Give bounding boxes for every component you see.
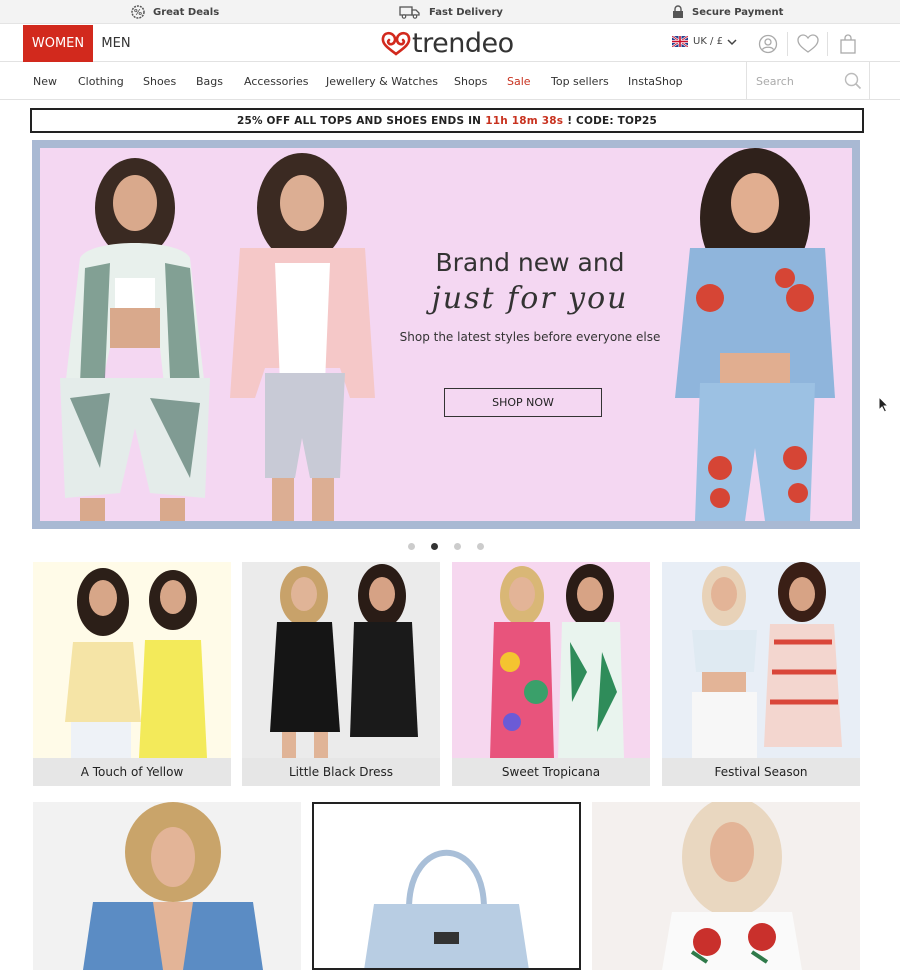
category-image xyxy=(242,562,440,758)
shop-now-button[interactable]: SHOP NOW xyxy=(444,388,602,417)
product-tile-handbag[interactable] xyxy=(312,802,581,970)
category-tile-yellow[interactable]: A Touch of Yellow xyxy=(33,562,231,786)
hero-subline: Shop the latest styles before everyone e… xyxy=(399,330,661,344)
bag-icon[interactable] xyxy=(837,33,859,55)
perk-label: Fast Delivery xyxy=(429,6,503,18)
perk-label: Great Deals xyxy=(153,6,220,18)
category-tile-festival[interactable]: Festival Season xyxy=(662,562,860,786)
model-figure xyxy=(60,158,210,521)
carousel-dot[interactable] xyxy=(477,543,484,550)
search-icon[interactable] xyxy=(844,72,862,90)
main-nav: New Clothing Shoes Bags Accessories Jewe… xyxy=(0,62,900,100)
locale-selector[interactable]: UK / £ xyxy=(672,36,737,47)
product-image xyxy=(314,804,579,968)
nav-accessories[interactable]: Accessories xyxy=(244,62,308,100)
search-box xyxy=(746,62,870,100)
product-tile-floral-top[interactable] xyxy=(592,802,860,970)
svg-text:%: % xyxy=(134,8,142,17)
nav-bags[interactable]: Bags xyxy=(196,62,223,100)
category-label: Sweet Tropicana xyxy=(452,758,650,786)
header-divider xyxy=(787,32,788,56)
account-icon[interactable] xyxy=(757,33,779,55)
carousel-dot[interactable] xyxy=(454,543,461,550)
category-label: A Touch of Yellow xyxy=(33,758,231,786)
category-image xyxy=(33,562,231,758)
carousel-dot-active[interactable] xyxy=(431,543,438,550)
promo-countdown: 11h 18m 38s xyxy=(485,114,564,127)
nav-jewellery-watches[interactable]: Jewellery & Watches xyxy=(326,62,438,100)
product-image xyxy=(83,802,263,970)
header: WOMEN MEN trendeo UK / £ xyxy=(0,24,900,62)
perk-great-deals: % Great Deals xyxy=(131,0,219,24)
model-figure xyxy=(675,148,835,521)
category-tile-tropicana[interactable]: Sweet Tropicana xyxy=(452,562,650,786)
logo-text: trendeo xyxy=(412,27,514,59)
logo-mark-icon xyxy=(381,31,411,56)
carousel-dot[interactable] xyxy=(408,543,415,550)
nav-top-sellers[interactable]: Top sellers xyxy=(551,62,609,100)
uk-flag-icon xyxy=(672,36,688,47)
nav-clothing[interactable]: Clothing xyxy=(78,62,124,100)
wishlist-icon[interactable] xyxy=(797,33,819,55)
hero-headline: Brand new and xyxy=(435,248,625,277)
perk-fast-delivery: Fast Delivery xyxy=(399,0,503,24)
lock-icon xyxy=(673,5,683,18)
perks-bar: % Great Deals Fast Delivery Secure Payme… xyxy=(0,0,900,24)
truck-icon xyxy=(399,6,420,19)
tab-women[interactable]: WOMEN xyxy=(23,25,93,62)
perk-label: Secure Payment xyxy=(692,6,784,18)
nav-shops[interactable]: Shops xyxy=(454,62,487,100)
nav-instashop[interactable]: InstaShop xyxy=(628,62,683,100)
category-label: Festival Season xyxy=(662,758,860,786)
perk-secure-payment: Secure Payment xyxy=(672,0,783,24)
hero-banner[interactable]: Brand new and just for you Shop the late… xyxy=(32,140,860,529)
hero-script-line: just for you xyxy=(431,281,629,316)
category-label: Little Black Dress xyxy=(242,758,440,786)
product-tile-denim-shirt[interactable] xyxy=(33,802,301,970)
site-logo[interactable]: trendeo xyxy=(380,27,514,59)
product-image xyxy=(662,802,802,970)
chevron-down-icon xyxy=(727,38,737,45)
promo-banner[interactable]: 25% OFF ALL TOPS AND SHOES ENDS IN 11h 1… xyxy=(30,108,864,133)
category-image xyxy=(662,562,860,758)
nav-shoes[interactable]: Shoes xyxy=(143,62,176,100)
promo-text: 25% OFF ALL TOPS AND SHOES ENDS IN xyxy=(236,114,482,127)
header-divider xyxy=(827,32,828,56)
badge-icon: % xyxy=(131,5,145,19)
category-image xyxy=(452,562,650,758)
promo-code: ! CODE: TOP25 xyxy=(567,114,658,127)
hero-slide: Brand new and just for you Shop the late… xyxy=(40,148,852,521)
hero-copy: Brand new and just for you Shop the late… xyxy=(380,248,680,344)
category-tile-black-dress[interactable]: Little Black Dress xyxy=(242,562,440,786)
mouse-cursor-icon xyxy=(878,396,890,413)
locale-label: UK / £ xyxy=(693,36,723,47)
carousel-dots xyxy=(408,543,484,550)
model-figure xyxy=(230,153,375,521)
search-input[interactable] xyxy=(756,72,836,90)
nav-new[interactable]: New xyxy=(33,62,57,100)
nav-sale[interactable]: Sale xyxy=(507,62,531,100)
tab-men[interactable]: MEN xyxy=(96,25,136,62)
